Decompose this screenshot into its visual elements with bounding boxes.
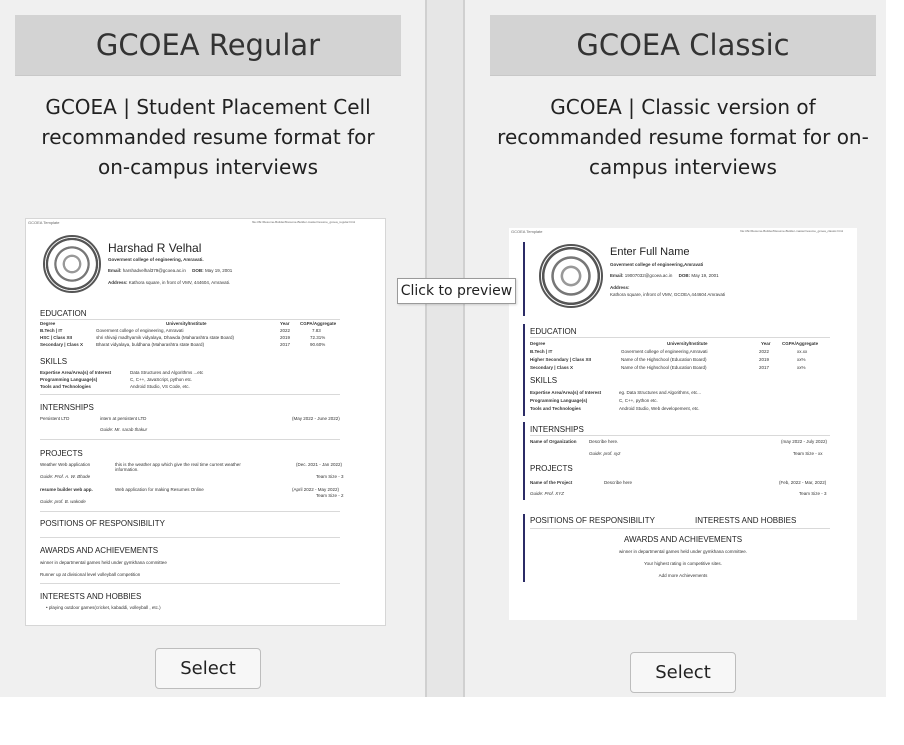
preview-header-right: file:///E:/Resume-Builder/Resume-Builder… — [252, 220, 355, 224]
template-card-regular: GCOEA Regular GCOEA | Student Placement … — [0, 0, 425, 697]
template-description: GCOEA | Student Placement Cell recommand… — [41, 95, 375, 179]
skills-title: SKILLS — [40, 357, 68, 366]
education-title: EDUCATION — [40, 309, 87, 318]
template-title: GCOEA Regular — [15, 15, 401, 76]
panel-divider — [425, 0, 465, 697]
resume-name: Harshad R Velhal — [108, 241, 202, 255]
template-description: GCOEA | Classic version of recommanded r… — [497, 95, 869, 179]
template-preview-classic[interactable]: GCOEA Template file:///E:/Resume-Builder… — [509, 228, 857, 620]
awards-title: AWARDS AND ACHIEVEMENTS — [40, 546, 159, 555]
template-card-classic: GCOEA Classic GCOEA | Classic version of… — [465, 0, 886, 697]
projects-title: PROJECTS — [40, 449, 83, 458]
template-title: GCOEA Classic — [490, 15, 876, 76]
resume-address-line: Address: Kathora square, in front of VMV… — [108, 280, 231, 285]
select-classic-button[interactable]: Select — [630, 652, 736, 693]
preview-tooltip: Click to preview — [397, 278, 516, 304]
resume-name: Enter Full Name — [610, 246, 690, 258]
college-logo — [43, 235, 101, 293]
interests-title: INTERESTS AND HOBBIES — [40, 592, 142, 601]
resume-college: Goverment college of engineering, Amrava… — [108, 257, 204, 262]
internships-title: INTERNSHIPS — [40, 403, 94, 412]
resume-email-line: Email: harshadvelhal379@gcoea.ac.in DOB:… — [108, 268, 233, 273]
template-preview-regular[interactable]: GCOEA Template file:///E:/Resume-Builder… — [25, 218, 386, 626]
preview-header-left: GCOEA Template — [28, 220, 60, 225]
select-regular-button[interactable]: Select — [155, 648, 261, 689]
por-title: POSITIONS OF RESPONSIBILITY — [40, 519, 165, 528]
college-logo — [539, 244, 603, 308]
preview-header-left: GCOEA Template — [511, 229, 543, 234]
preview-header-right: file:///E:/Resume-Builder/Resume-Builder… — [740, 229, 843, 233]
